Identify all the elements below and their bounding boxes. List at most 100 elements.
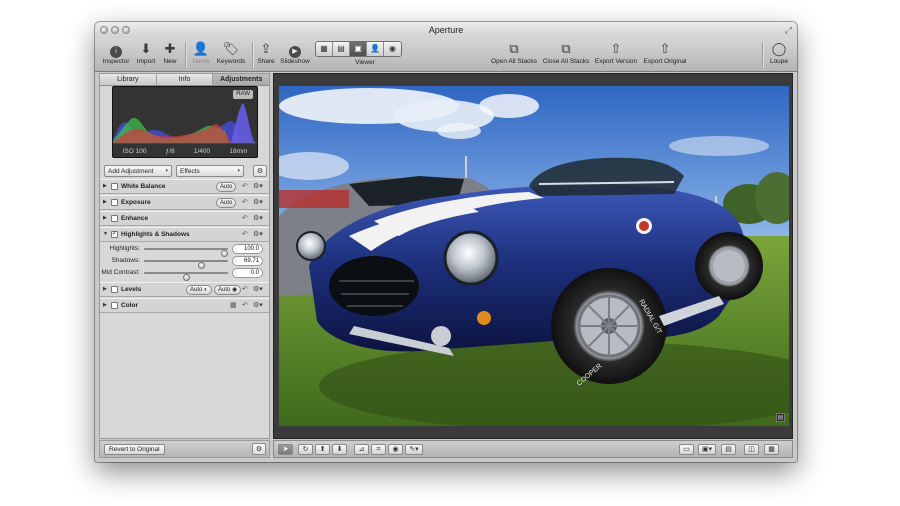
- close-all-stacks-label: Close All Stacks: [542, 58, 590, 65]
- disclosure-triangle-icon[interactable]: ▶: [103, 286, 107, 292]
- adjustment-action-button[interactable]: ⚙: [253, 165, 267, 177]
- red-eye-tool-icon[interactable]: ◉: [388, 444, 403, 455]
- brick-title: White Balance: [121, 183, 166, 190]
- gear-icon[interactable]: ⚙▾: [253, 213, 263, 225]
- import-button[interactable]: ⬇ Import: [133, 40, 159, 66]
- revert-to-original-button[interactable]: Revert to Original: [104, 444, 165, 455]
- share-icon: ⇪: [260, 41, 272, 56]
- footer-action-button[interactable]: ⚙: [252, 443, 266, 455]
- effects-popup[interactable]: Effects ▾: [176, 165, 244, 177]
- brush-tool-icon[interactable]: ✎▾: [405, 444, 423, 455]
- crop-tool-icon[interactable]: ⌗: [371, 444, 386, 455]
- brick-levels[interactable]: ▶ Levels Auto ◐ Auto ◉ ↶ ⚙▾: [100, 282, 269, 297]
- disclosure-triangle-icon[interactable]: ▶: [103, 183, 107, 189]
- inspector-button[interactable]: i Inspector: [101, 40, 131, 66]
- hide-browser-icon[interactable]: ▦: [764, 444, 779, 455]
- levels-auto-luminance-button[interactable]: Auto ◐: [186, 285, 212, 295]
- enhance-checkbox[interactable]: [111, 215, 118, 222]
- reset-icon[interactable]: ↶: [242, 284, 248, 296]
- eyedropper-icon[interactable]: ▦: [230, 300, 237, 312]
- reset-icon[interactable]: ↶: [242, 181, 248, 193]
- stepper-arrow-icon[interactable]: ‹: [235, 257, 237, 266]
- export-original-button[interactable]: ⇧ Export Original: [641, 40, 689, 66]
- viewer-only-icon[interactable]: ▣: [350, 42, 367, 56]
- photo-view[interactable]: RADIAL G/T COOPER ▤: [279, 86, 789, 426]
- minimize-window-button[interactable]: [111, 26, 119, 34]
- full-screen-icon[interactable]: ▭: [679, 444, 694, 455]
- new-button[interactable]: ✚ New: [159, 40, 181, 66]
- gear-icon[interactable]: ⚙▾: [253, 284, 263, 296]
- gear-icon[interactable]: ⚙▾: [253, 229, 263, 241]
- stepper-arrow-icon[interactable]: ‹: [235, 269, 237, 278]
- people-view-icon[interactable]: 👤: [367, 42, 384, 56]
- white-balance-auto-button[interactable]: Auto: [216, 182, 237, 192]
- straighten-tool-icon[interactable]: ⊿: [354, 444, 369, 455]
- rotate-tool-icon[interactable]: ↻: [298, 444, 313, 455]
- highlights-shadows-checkbox[interactable]: ✓: [111, 231, 118, 238]
- brick-title: Exposure: [121, 199, 151, 206]
- keywords-button[interactable]: 🏷 Keywords: [214, 40, 248, 66]
- fullscreen-icon[interactable]: ⤢: [785, 25, 792, 35]
- brick-title: Color: [121, 302, 138, 309]
- open-all-stacks-button[interactable]: ⧉ Open All Stacks: [489, 40, 539, 66]
- export-version-button[interactable]: ⇧ Export Version: [593, 40, 639, 66]
- gear-icon[interactable]: ⚙▾: [253, 300, 263, 312]
- disclosure-triangle-icon[interactable]: ▶: [103, 215, 107, 221]
- zoom-window-button[interactable]: [122, 26, 130, 34]
- tab-adjustments[interactable]: Adjustments: [213, 74, 270, 85]
- brick-highlights-shadows[interactable]: ▼ ✓ Highlights & Shadows ↶ ⚙▾: [100, 227, 269, 242]
- color-checkbox[interactable]: [111, 302, 118, 309]
- tab-library[interactable]: Library: [100, 74, 157, 85]
- reset-icon[interactable]: ↶: [242, 229, 248, 241]
- stepper-arrow-icon[interactable]: ‹: [235, 245, 237, 254]
- mid-contrast-slider[interactable]: [144, 272, 228, 281]
- tab-info[interactable]: Info: [156, 74, 214, 85]
- add-adjustment-popup[interactable]: Add Adjustment ▾: [104, 165, 172, 177]
- browser-view-icon[interactable]: ▦: [316, 42, 333, 56]
- metadata-overlay-icon[interactable]: ▤: [721, 444, 736, 455]
- share-button[interactable]: ⇪ Share: [255, 40, 277, 66]
- exposure-auto-button[interactable]: Auto: [216, 198, 237, 208]
- brick-enhance[interactable]: ▶ Enhance ↶ ⚙▾: [100, 211, 269, 226]
- lift-tool-icon[interactable]: ⬆: [315, 444, 330, 455]
- brick-color[interactable]: ▶ Color ▦ ↶ ⚙▾: [100, 298, 269, 313]
- highlights-value-field[interactable]: ‹ 100.0: [232, 244, 263, 254]
- reset-icon[interactable]: ↶: [242, 300, 248, 312]
- disclosure-triangle-icon[interactable]: ▶: [103, 199, 107, 205]
- reset-icon[interactable]: ↶: [242, 197, 248, 209]
- disclosure-triangle-open-icon[interactable]: ▼: [103, 231, 108, 237]
- places-view-icon[interactable]: ◉: [384, 42, 401, 56]
- image-info-icon[interactable]: ▤: [776, 413, 785, 422]
- selection-tool-icon[interactable]: ➤: [278, 444, 293, 455]
- gear-icon[interactable]: ⚙▾: [253, 197, 263, 209]
- levels-auto-rgb-button[interactable]: Auto ◉: [214, 285, 242, 295]
- export-version-label: Export Version: [594, 58, 638, 65]
- close-all-stacks-button[interactable]: ⧉ Close All Stacks: [541, 40, 591, 66]
- open-all-stacks-label: Open All Stacks: [491, 58, 537, 65]
- brick-title: Highlights & Shadows: [121, 231, 190, 238]
- shadows-value-field[interactable]: ‹ 69.71: [232, 256, 263, 266]
- name-button[interactable]: 👤 Name: [190, 40, 212, 66]
- levels-checkbox[interactable]: [111, 286, 118, 293]
- highlights-slider[interactable]: [144, 248, 228, 257]
- disclosure-triangle-icon[interactable]: ▶: [103, 302, 107, 308]
- slideshow-button[interactable]: ▶ Slideshow: [279, 40, 311, 66]
- stamp-tool-icon[interactable]: ⬇: [332, 444, 347, 455]
- close-window-button[interactable]: [100, 26, 108, 34]
- brick-exposure[interactable]: ▶ Exposure Auto ↶ ⚙▾: [100, 195, 269, 210]
- compare-icon[interactable]: ◫: [744, 444, 759, 455]
- reset-icon[interactable]: ↶: [242, 213, 248, 225]
- import-label: Import: [136, 58, 156, 65]
- shadows-slider[interactable]: [144, 260, 228, 269]
- gear-icon[interactable]: ⚙▾: [253, 181, 263, 193]
- brick-white-balance[interactable]: ▶ White Balance Auto ↶ ⚙▾: [100, 179, 269, 194]
- viewer-mode-control: ▦ ▤ ▣ 👤 ◉: [315, 41, 402, 57]
- mid-contrast-value-field[interactable]: ‹ 0.0: [232, 268, 263, 278]
- white-balance-checkbox[interactable]: [111, 183, 118, 190]
- view-options-icon[interactable]: ▣▾: [698, 444, 716, 455]
- loupe-button[interactable]: ◯ Loupe: [767, 40, 791, 66]
- gear-icon: ⚙: [255, 446, 263, 453]
- split-view-icon[interactable]: ▤: [333, 42, 350, 56]
- mid-contrast-slider-thumb[interactable]: [182, 274, 190, 281]
- exposure-checkbox[interactable]: [111, 199, 118, 206]
